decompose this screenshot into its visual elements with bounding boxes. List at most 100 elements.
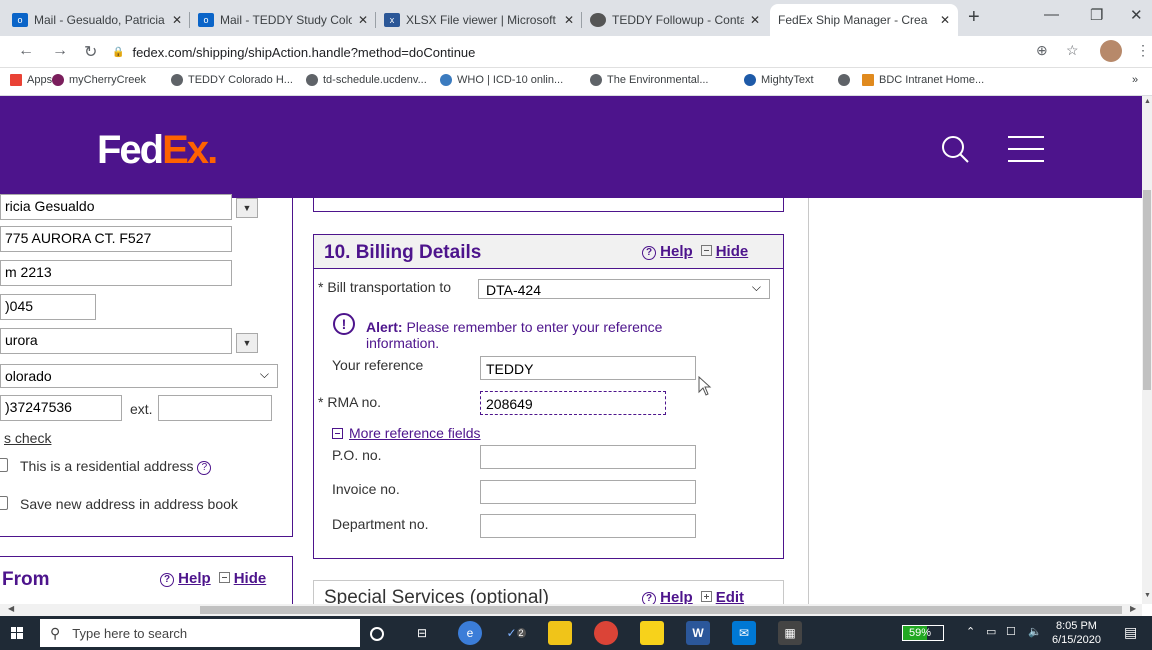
tab-label: Mail - Gesualdo, Patricia - C <box>34 13 166 27</box>
horizontal-scroll-thumb[interactable] <box>200 606 1122 614</box>
close-icon[interactable]: ✕ <box>750 13 760 27</box>
tab-outlook-patricia[interactable]: o Mail - Gesualdo, Patricia - C ✕ <box>4 4 190 36</box>
bookmark-unnamed[interactable] <box>838 74 855 86</box>
collapse-icon[interactable] <box>700 245 712 256</box>
avatar[interactable] <box>1100 40 1122 62</box>
bookmark-mightytext[interactable]: MightyText <box>744 74 814 86</box>
address-check-link[interactable]: s check <box>4 430 51 446</box>
bookmark-teddy-colorado[interactable]: TEDDY Colorado H... <box>171 74 293 86</box>
window-close-icon[interactable]: ✕ <box>1130 6 1143 24</box>
notifications-icon[interactable]: ▤ <box>1124 624 1137 641</box>
invoice-field[interactable] <box>480 480 696 504</box>
chrome-icon[interactable] <box>594 621 618 645</box>
tab-teddy-followup[interactable]: TEDDY Followup - Contact ✕ <box>582 4 768 36</box>
billing-hide-link[interactable]: Hide <box>716 243 749 260</box>
bookmark-who-icd10[interactable]: WHO | ICD-10 onlin... <box>440 74 563 86</box>
cortana-icon[interactable] <box>370 627 384 641</box>
windows-start-icon[interactable] <box>0 616 34 650</box>
file-explorer-icon[interactable] <box>548 621 572 645</box>
vertical-scrollbar[interactable]: ▲ ▼ <box>1142 96 1152 604</box>
from-help-link[interactable]: Help <box>178 570 211 587</box>
taskbar-search[interactable]: ⚲ Type here to search <box>40 619 360 647</box>
fedex-logo[interactable]: FedEx. <box>97 128 218 173</box>
expand-icon[interactable] <box>700 591 712 602</box>
rma-field[interactable]: 208649 <box>480 391 666 415</box>
scroll-down-icon[interactable]: ▼ <box>1144 592 1151 599</box>
phone-field[interactable]: )37247536 <box>0 395 122 421</box>
scroll-right-icon[interactable]: ▶ <box>1130 604 1136 613</box>
bookmark-label: myCherryCreek <box>69 74 147 86</box>
todo-icon[interactable]: ✓ 2 <box>504 621 528 645</box>
billing-help-link[interactable]: Help <box>660 243 693 260</box>
bookmark-apps[interactable]: Apps <box>10 74 52 86</box>
bookmark-td-schedule[interactable]: td-schedule.ucdenv... <box>306 74 427 86</box>
browser-app-icon[interactable]: e <box>458 621 482 645</box>
bookmark-mycherrycreek[interactable]: myCherryCreek <box>52 74 146 86</box>
battery-indicator[interactable]: 59% <box>902 625 944 641</box>
battery-icon[interactable]: ▭ <box>986 625 996 638</box>
calculator-icon[interactable]: ▦ <box>778 621 802 645</box>
back-icon[interactable]: ← <box>18 42 34 60</box>
from-hide-link[interactable]: Hide <box>234 570 267 587</box>
your-reference-field[interactable]: TEDDY <box>480 356 696 380</box>
help-icon[interactable]: ? <box>160 573 174 587</box>
special-edit-link[interactable]: Edit <box>716 589 744 604</box>
horizontal-scrollbar[interactable]: ◀ ▶ <box>0 604 1142 616</box>
save-address-checkbox[interactable] <box>0 496 8 510</box>
bookmark-environmental[interactable]: The Environmental... <box>590 74 709 86</box>
more-fields-link[interactable]: More reference fields <box>349 425 481 441</box>
zip-field[interactable]: )045 <box>0 294 96 320</box>
contact-dropdown-button[interactable]: ▼ <box>236 198 258 218</box>
help-icon[interactable]: ? <box>642 592 656 604</box>
department-field[interactable] <box>480 514 696 538</box>
bookmark-bdc-intranet[interactable]: BDC Intranet Home... <box>862 74 984 86</box>
network-icon[interactable]: ☐ <box>1006 625 1016 638</box>
new-tab-button[interactable]: + <box>968 6 980 29</box>
volume-icon[interactable]: 🔈 <box>1028 625 1042 638</box>
task-view-icon[interactable]: ⊟ <box>410 621 434 645</box>
collapse-icon[interactable] <box>218 572 230 583</box>
mail-icon[interactable]: ✉ <box>732 621 756 645</box>
tab-fedex-ship-manager[interactable]: FedEx Ship Manager - Crea ✕ <box>770 4 958 36</box>
forward-icon[interactable]: → <box>52 42 68 60</box>
state-select[interactable]: olorado ⌵ <box>0 364 278 388</box>
scroll-up-icon[interactable]: ▲ <box>1144 98 1151 105</box>
address1-field[interactable]: 775 AURORA CT. F527 <box>0 226 232 252</box>
close-icon[interactable]: ✕ <box>172 13 182 27</box>
word-icon[interactable]: W <box>686 621 710 645</box>
contact-name-field[interactable]: ricia Gesualdo <box>0 194 232 220</box>
scroll-left-icon[interactable]: ◀ <box>8 604 14 613</box>
bill-to-select[interactable]: DTA-424 ⌵ <box>478 279 770 299</box>
ext-field[interactable] <box>158 395 272 421</box>
bookmark-star-icon[interactable]: ☆ <box>1066 42 1079 59</box>
close-icon[interactable]: ✕ <box>940 13 950 27</box>
city-field[interactable]: urora <box>0 328 232 354</box>
close-icon[interactable]: ✕ <box>564 13 574 27</box>
menu-kebab-icon[interactable]: ⋮ <box>1136 42 1150 59</box>
help-icon[interactable]: ? <box>197 461 212 475</box>
previous-section-panel <box>313 198 784 212</box>
po-field[interactable] <box>480 445 696 469</box>
bookmarks-overflow[interactable]: » <box>1132 74 1138 86</box>
search-icon[interactable] <box>940 134 970 164</box>
address2-field[interactable]: m 2213 <box>0 260 232 286</box>
minimize-icon[interactable]: — <box>1044 6 1059 23</box>
help-icon[interactable]: ? <box>642 246 656 260</box>
tab-outlook-teddy[interactable]: o Mail - TEDDY Study Colorad ✕ <box>190 4 376 36</box>
sticky-notes-icon[interactable] <box>640 621 664 645</box>
url-bar[interactable]: 🔒 fedex.com/shipping/shipAction.handle?m… <box>112 40 1082 64</box>
restore-icon[interactable]: ❐ <box>1090 6 1103 24</box>
tray-chevron-icon[interactable]: ⌃ <box>966 625 975 638</box>
clock[interactable]: 8:05 PM 6/15/2020 <box>1052 619 1101 647</box>
vertical-scroll-thumb[interactable] <box>1143 190 1151 390</box>
close-icon[interactable]: ✕ <box>358 13 368 27</box>
tab-xlsx-viewer[interactable]: x XLSX File viewer | Microsoft ✕ <box>376 4 582 36</box>
residential-checkbox[interactable] <box>0 458 8 472</box>
more-reference-fields[interactable]: More reference fields <box>332 425 481 441</box>
city-dropdown-button[interactable]: ▼ <box>236 333 258 353</box>
hamburger-menu-icon[interactable] <box>1008 136 1044 162</box>
reload-icon[interactable]: ↻ <box>84 42 97 62</box>
collapse-icon[interactable] <box>332 428 343 439</box>
special-help-link[interactable]: Help <box>660 589 693 604</box>
zoom-icon[interactable]: ⊕ <box>1036 42 1048 59</box>
